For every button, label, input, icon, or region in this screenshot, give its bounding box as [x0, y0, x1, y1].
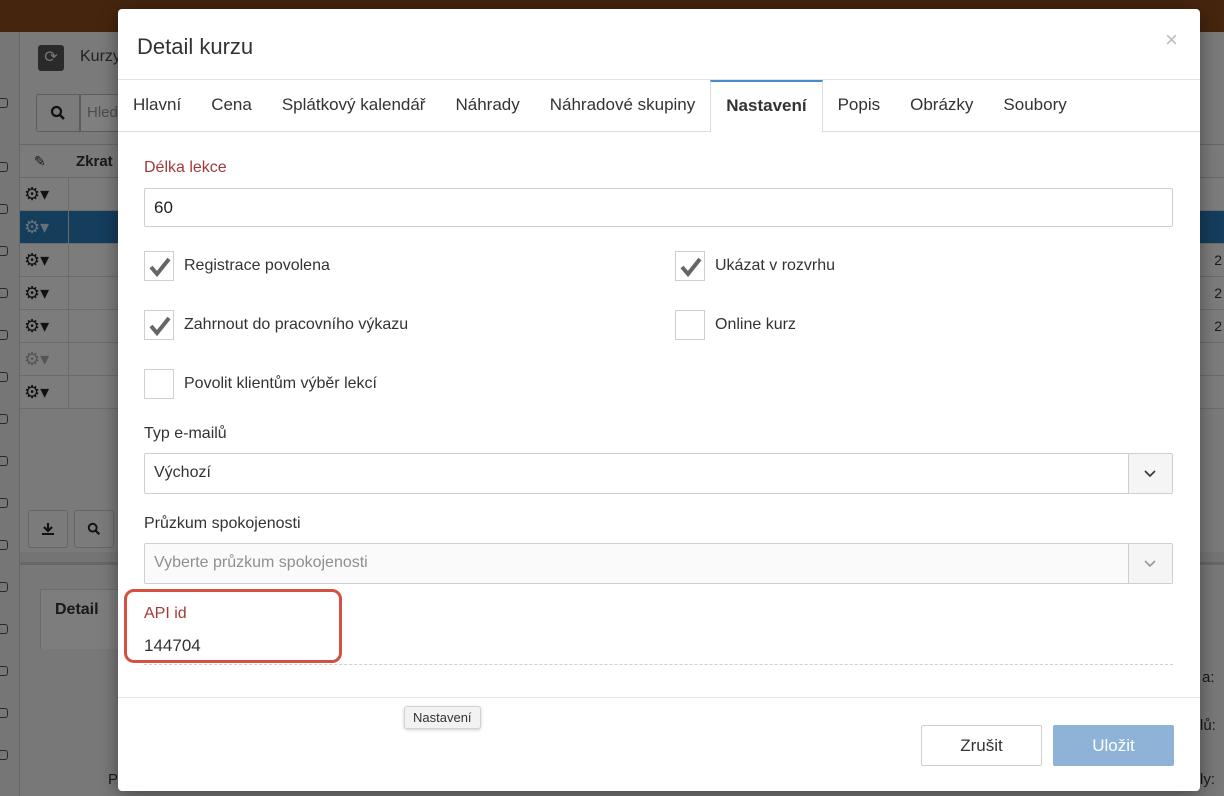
email-type-label: Typ e-mailů	[144, 425, 227, 442]
show-in-schedule-label[interactable]: Ukázat v rozvrhu	[715, 257, 835, 275]
tab-tooltip: Nastavení	[404, 706, 481, 729]
tab-description[interactable]: Popis	[823, 80, 896, 132]
allow-lesson-choice-checkbox[interactable]	[144, 369, 174, 399]
online-course-label[interactable]: Online kurz	[715, 316, 796, 334]
dashed-divider	[144, 664, 1173, 665]
tab-settings[interactable]: Nastavení	[710, 80, 823, 133]
allow-lesson-choice-row: Povolit klientům výběr lekcí	[144, 369, 377, 399]
registration-allowed-row: Registrace povolena	[144, 251, 330, 281]
checkmark-icon	[680, 257, 702, 277]
footer-divider	[118, 697, 1200, 698]
online-course-row: Online kurz	[675, 310, 796, 340]
chevron-down-icon	[1144, 560, 1156, 568]
include-in-report-label[interactable]: Zahrnout do pracovního výkazu	[184, 316, 408, 334]
dropdown-toggle[interactable]	[1128, 454, 1172, 493]
dropdown-toggle[interactable]	[1128, 544, 1172, 583]
dialog-tabs: Hlavní Cena Splátkový kalendář Náhrady N…	[118, 80, 1200, 133]
checkmark-icon	[149, 257, 171, 277]
lesson-length-label: Délka lekce	[144, 159, 227, 176]
survey-label: Průzkum spokojenosti	[144, 515, 301, 532]
chevron-down-icon	[1144, 470, 1156, 478]
survey-placeholder: Vyberte průzkum spokojenosti	[154, 554, 368, 571]
course-detail-dialog: Detail kurzu × Hlavní Cena Splátkový kal…	[118, 9, 1200, 791]
registration-allowed-label[interactable]: Registrace povolena	[184, 257, 330, 275]
tab-images[interactable]: Obrázky	[895, 80, 988, 132]
checkmark-icon	[149, 316, 171, 336]
tab-main[interactable]: Hlavní	[118, 80, 196, 132]
tab-substitutions[interactable]: Náhrady	[440, 80, 534, 132]
tab-files[interactable]: Soubory	[988, 80, 1081, 132]
tab-price[interactable]: Cena	[196, 80, 267, 132]
close-icon[interactable]: ×	[1165, 27, 1178, 53]
api-id-highlight	[124, 589, 342, 663]
tab-substitution-groups[interactable]: Náhradové skupiny	[535, 80, 711, 132]
email-type-value: Výchozí	[154, 464, 211, 481]
registration-allowed-checkbox[interactable]	[144, 251, 174, 281]
cancel-button[interactable]: Zrušit	[921, 725, 1042, 766]
lesson-length-input[interactable]: 60	[144, 188, 1173, 227]
include-in-report-row: Zahrnout do pracovního výkazu	[144, 310, 408, 340]
dialog-title: Detail kurzu	[137, 34, 254, 59]
survey-select[interactable]: Vyberte průzkum spokojenosti	[144, 543, 1173, 584]
show-in-schedule-row: Ukázat v rozvrhu	[675, 251, 835, 281]
online-course-checkbox[interactable]	[675, 310, 705, 340]
email-type-select[interactable]: Výchozí	[144, 453, 1173, 494]
tab-installments[interactable]: Splátkový kalendář	[267, 80, 441, 132]
include-in-report-checkbox[interactable]	[144, 310, 174, 340]
show-in-schedule-checkbox[interactable]	[675, 251, 705, 281]
save-button[interactable]: Uložit	[1053, 725, 1174, 766]
allow-lesson-choice-label[interactable]: Povolit klientům výběr lekcí	[184, 375, 377, 393]
